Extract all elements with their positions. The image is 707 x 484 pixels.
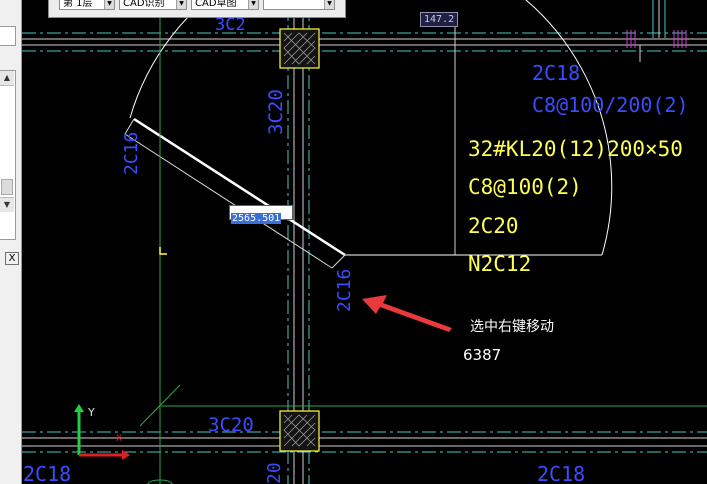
dimension-input[interactable]: 2565.501 [229,205,293,224]
label-3c20-vertical: 3C20 [265,89,287,135]
label-2c18-left: 2C18 [23,462,71,484]
scroll-down-arrow-icon[interactable]: ▼ [0,197,14,212]
dimension-input-value: 2565.501 [231,213,282,224]
column-top [279,28,320,69]
ucs-y-label: Y [87,406,95,419]
chevron-down-icon: ▼ [248,0,258,9]
top-partial-label: 3C2 [215,15,246,35]
length-readout: 147.2 [420,12,458,27]
annotation-number: 6387 [463,346,502,364]
label-stirrup: C8@100(2) [468,175,582,199]
cad-drawing-select-value: CAD草图 [195,0,237,9]
floor-select-value: 第 1层 [63,0,93,9]
label-stirrup-top: C8@100/200(2) [532,93,689,117]
yellow-marker [159,247,167,255]
red-arrow [362,295,452,332]
label-beam-name: 32#KL20(12)200×50 [468,137,683,161]
chevron-down-icon: ▼ [176,0,186,9]
label-2c18-top: 2C18 [532,61,580,85]
arc-outline [129,0,613,256]
label-2c20: 2C20 [468,214,519,238]
label-20-bottom: 20 [264,462,285,484]
label-2c16-upper: 2C16 [121,132,142,175]
scroll-thumb[interactable] [1,179,13,195]
rotated-beam [124,117,346,269]
green-guides [139,0,707,484]
panel-input-field[interactable] [0,26,16,46]
floor-select[interactable]: 第 1层 ▼ [59,0,115,10]
panel-scrollbar[interactable]: ▲ ▼ [0,70,16,240]
top-toolbar: 第 1层 ▼ CAD识别 ▼ CAD草图 ▼ ▼ [48,0,346,18]
label-3c20-bottom: 3C20 [208,414,254,436]
chevron-down-icon: ▼ [104,0,114,9]
cad-drawing-canvas[interactable]: 3C2 2C18 C8@100/200(2) 32#KL20(12)200×50… [0,0,707,484]
cad-drawing-select[interactable]: CAD草图 ▼ [191,0,259,10]
annotation-note: 选中右键移动 [470,319,554,335]
ucs-x-label: X [116,434,122,444]
label-n2c12: N2C12 [468,252,531,276]
scroll-up-arrow-icon[interactable]: ▲ [0,71,14,86]
cad-identify-select[interactable]: CAD识别 ▼ [119,0,187,10]
left-panel: ▲ ▼ X [0,0,22,484]
label-2c18-bottom: 2C18 [537,462,585,484]
grid-lines [22,0,707,484]
column-bottom [279,410,320,452]
chevron-down-icon: ▼ [324,0,334,9]
blank-select[interactable]: ▼ [263,0,335,10]
label-2c16-lower: 2C16 [334,269,355,312]
panel-close-button[interactable]: X [5,252,19,265]
cad-identify-select-value: CAD识别 [123,0,165,9]
